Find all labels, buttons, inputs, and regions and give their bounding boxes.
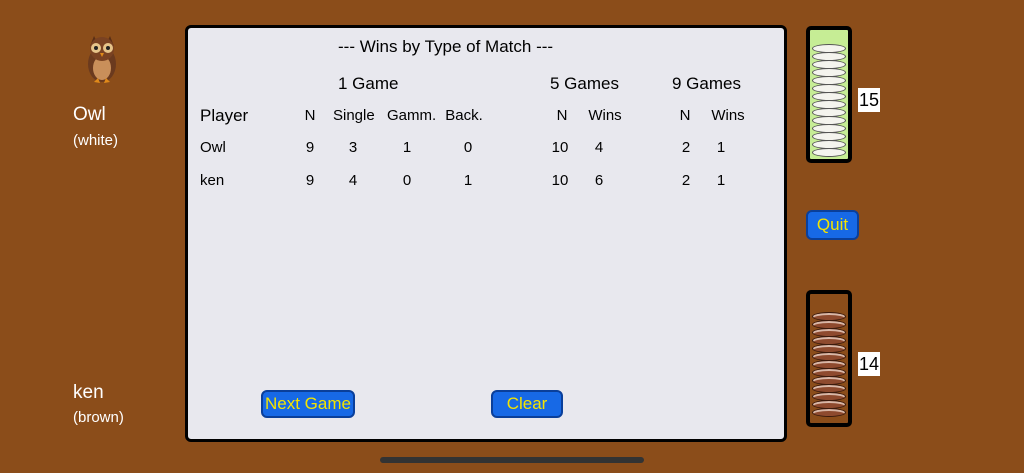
row-player: Owl <box>200 139 226 156</box>
next-game-button[interactable]: Next Game <box>261 390 355 418</box>
bottom-player-name: ken <box>73 382 104 403</box>
clear-button[interactable]: Clear <box>491 390 563 418</box>
row-n-9games: 2 <box>681 172 691 189</box>
group-9-games: 9 Games <box>672 74 741 93</box>
brown-checker-count: 14 <box>858 352 880 376</box>
row-wins-5games: 4 <box>594 139 604 156</box>
white-checker-tray <box>806 26 852 163</box>
brown-checker <box>812 408 846 417</box>
row-single: 3 <box>348 139 358 156</box>
row-gammon: 0 <box>402 172 412 189</box>
row-gammon: 1 <box>402 139 412 156</box>
owl-avatar-icon <box>82 32 122 87</box>
home-indicator[interactable] <box>380 457 644 463</box>
header-n-9games: N <box>679 107 691 124</box>
brown-checker-tray <box>806 290 852 427</box>
top-player-color: (white) <box>73 132 119 149</box>
row-n-5games: 10 <box>551 172 569 189</box>
header-single: Single <box>333 107 375 124</box>
white-checker-count: 15 <box>858 88 880 112</box>
header-backgammon: Back. <box>445 107 483 124</box>
header-n-5games: N <box>556 107 568 124</box>
group-1-game: 1 Game <box>338 74 399 93</box>
top-player-name: Owl <box>73 104 106 125</box>
row-n-1game: 9 <box>305 139 315 156</box>
header-wins-9games: Wins <box>711 107 745 124</box>
stats-panel: --- Wins by Type of Match --- 1 Game 5 G… <box>185 25 787 442</box>
row-wins-5games: 6 <box>594 172 604 189</box>
row-n-9games: 2 <box>681 139 691 156</box>
row-wins-9games: 1 <box>716 139 726 156</box>
white-checker <box>812 148 846 157</box>
header-gammon: Gamm. <box>387 107 437 124</box>
row-single: 4 <box>348 172 358 189</box>
header-player: Player <box>200 106 249 125</box>
group-5-games: 5 Games <box>550 74 619 93</box>
bottom-player-color: (brown) <box>73 409 124 426</box>
header-n-1game: N <box>304 107 316 124</box>
header-wins-5games: Wins <box>588 107 622 124</box>
stats-title: --- Wins by Type of Match --- <box>338 37 554 56</box>
row-wins-9games: 1 <box>716 172 726 189</box>
row-n-5games: 10 <box>551 139 569 156</box>
quit-button[interactable]: Quit <box>806 210 859 240</box>
row-backgammon: 1 <box>463 172 473 189</box>
row-player: ken <box>200 172 225 189</box>
row-backgammon: 0 <box>463 139 473 156</box>
row-n-1game: 9 <box>305 172 315 189</box>
